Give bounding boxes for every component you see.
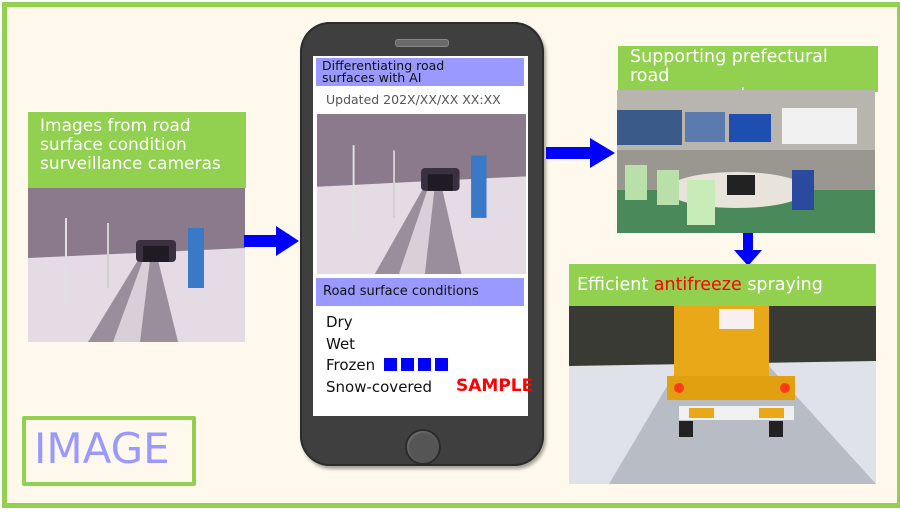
control-room-icon [617, 90, 875, 233]
condition-row: Frozen [326, 355, 448, 377]
condition-row: Dry [326, 312, 448, 334]
smartphone: Differentiating road surfaces with AI Up… [300, 22, 544, 466]
app-title: Differentiating road surfaces with AI [316, 58, 524, 86]
frozen-level-bar [380, 356, 448, 374]
level-square [434, 358, 448, 371]
condition-label: Snow-covered [326, 377, 433, 396]
conditions-header: Road surface conditions [316, 278, 524, 306]
arrow-right-icon [244, 226, 299, 256]
condition-label: Frozen [326, 356, 376, 374]
road-management-label: Supporting prefectural road management [618, 46, 878, 105]
snowy-road-tunnel-icon [28, 188, 245, 342]
label-text-before: Efficient [577, 275, 654, 295]
image-watermark-box: IMAGE [22, 416, 196, 486]
condition-row: Snow-covered [326, 377, 448, 399]
arrow-down-icon [734, 233, 762, 266]
condition-label: Dry [326, 313, 353, 331]
camera-label-line-3: surveillance cameras [40, 154, 221, 174]
image-watermark-text: IMAGE [34, 424, 170, 473]
control-room-photo [617, 90, 875, 233]
antifreeze-highlight: antifreeze [653, 275, 742, 295]
level-square [400, 358, 414, 371]
home-button[interactable] [405, 429, 441, 465]
sample-stamp: SAMPLE [456, 376, 534, 396]
snowy-road-tunnel-icon [317, 114, 526, 274]
app-camera-photo [317, 114, 526, 274]
arrow-right-icon [546, 138, 615, 168]
level-square [383, 358, 397, 371]
snow-plow-truck-icon [569, 306, 876, 484]
antifreeze-work-label: Efficient antifreeze spraying work [569, 264, 876, 329]
condition-row: Wet [326, 334, 448, 356]
level-square [417, 358, 431, 371]
phone-speaker [395, 39, 449, 47]
camera-label-line-1: Images from road [40, 116, 191, 136]
camera-label-line-2: surface condition [40, 135, 187, 155]
spray-truck-photo [569, 306, 876, 484]
app-title-line-2: surfaces with AI [322, 70, 422, 85]
camera-images-label: Images from road surface condition surve… [28, 112, 246, 188]
updated-timestamp: Updated 202X/XX/XX XX:XX [326, 92, 501, 107]
camera-road-photo [28, 188, 245, 342]
condition-label: Wet [326, 334, 356, 353]
management-label-line-1: Supporting prefectural road [630, 47, 828, 86]
conditions-list: Dry Wet Frozen Snow-covered [326, 312, 448, 398]
phone-screen: Differentiating road surfaces with AI Up… [313, 56, 533, 416]
